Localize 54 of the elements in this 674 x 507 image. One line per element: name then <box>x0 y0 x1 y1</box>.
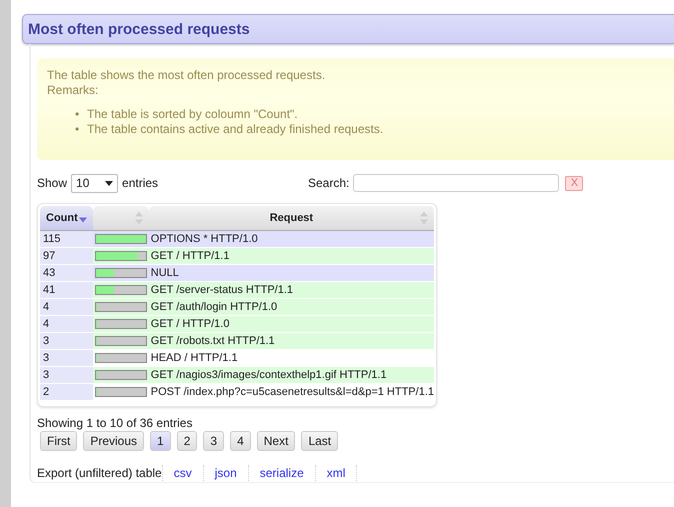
page-button[interactable]: Previous <box>83 431 144 451</box>
sort-icon <box>134 212 143 224</box>
entries-info: Showing 1 to 10 of 36 entries <box>37 416 194 430</box>
bullet: • <box>75 107 80 122</box>
page-button[interactable]: 4 <box>230 431 251 451</box>
page-button[interactable]: 3 <box>203 431 224 451</box>
export-label: Export (unfiltered) table <box>37 466 162 480</box>
level-bar <box>94 336 147 346</box>
page-button[interactable]: 1 <box>150 431 171 451</box>
page-button[interactable]: Last <box>301 431 338 451</box>
level-bar <box>94 302 147 312</box>
level-bar <box>94 251 147 261</box>
table-cell: 2 <box>40 384 93 401</box>
table-cell: 3 <box>40 367 93 384</box>
table-cell: POST /index.php?c=u5casenetresults&l=d&p=1 HTTP/1.1 <box>148 384 434 401</box>
search-field[interactable] <box>353 174 560 192</box>
level-bar <box>94 319 147 329</box>
level-bar <box>94 268 147 278</box>
remark-item: The table is sorted by coloumn "Count". <box>87 107 298 122</box>
caret-icon <box>105 180 114 186</box>
export-link[interactable]: xml <box>314 465 358 481</box>
table-cell: 115 <box>40 231 93 248</box>
export-link[interactable]: serialize <box>248 465 315 481</box>
level-bar <box>94 370 147 380</box>
entries-label: entries <box>122 176 158 190</box>
table-cell: 97 <box>40 248 93 265</box>
search-label: Search: <box>308 176 350 190</box>
notice-text: The table shows the most often processed requests. <box>47 68 326 83</box>
table-cell: 3 <box>40 350 93 367</box>
export-link[interactable]: csv <box>162 465 203 481</box>
column-header[interactable] <box>92 206 149 231</box>
level-bar <box>94 353 147 363</box>
table-cell: 3 <box>40 333 93 350</box>
level-bar <box>94 234 147 244</box>
page-button[interactable]: Next <box>256 431 296 451</box>
column-header[interactable]: Count <box>40 206 93 231</box>
table-cell: 4 <box>40 316 93 333</box>
show-label: Show <box>37 176 68 190</box>
section-title: Most often processed requests <box>28 20 250 38</box>
sort-icon <box>420 212 428 224</box>
entries-select[interactable]: 10 <box>71 174 118 192</box>
remarks-label: Remarks: <box>47 83 100 98</box>
column-header[interactable]: Request <box>148 206 434 231</box>
remark-item: The table contains active and already finished requests. <box>87 122 384 137</box>
table-cell: 41 <box>40 282 93 299</box>
sort-descending-icon <box>78 218 87 223</box>
export-link[interactable]: json <box>202 465 248 481</box>
table-cell: 4 <box>40 299 93 316</box>
bullet: • <box>75 122 80 137</box>
level-bar <box>94 387 147 397</box>
page-button[interactable]: First <box>40 431 78 451</box>
page-button[interactable]: 2 <box>176 431 198 451</box>
level-bar <box>94 285 147 295</box>
table-cell: 43 <box>40 265 93 282</box>
